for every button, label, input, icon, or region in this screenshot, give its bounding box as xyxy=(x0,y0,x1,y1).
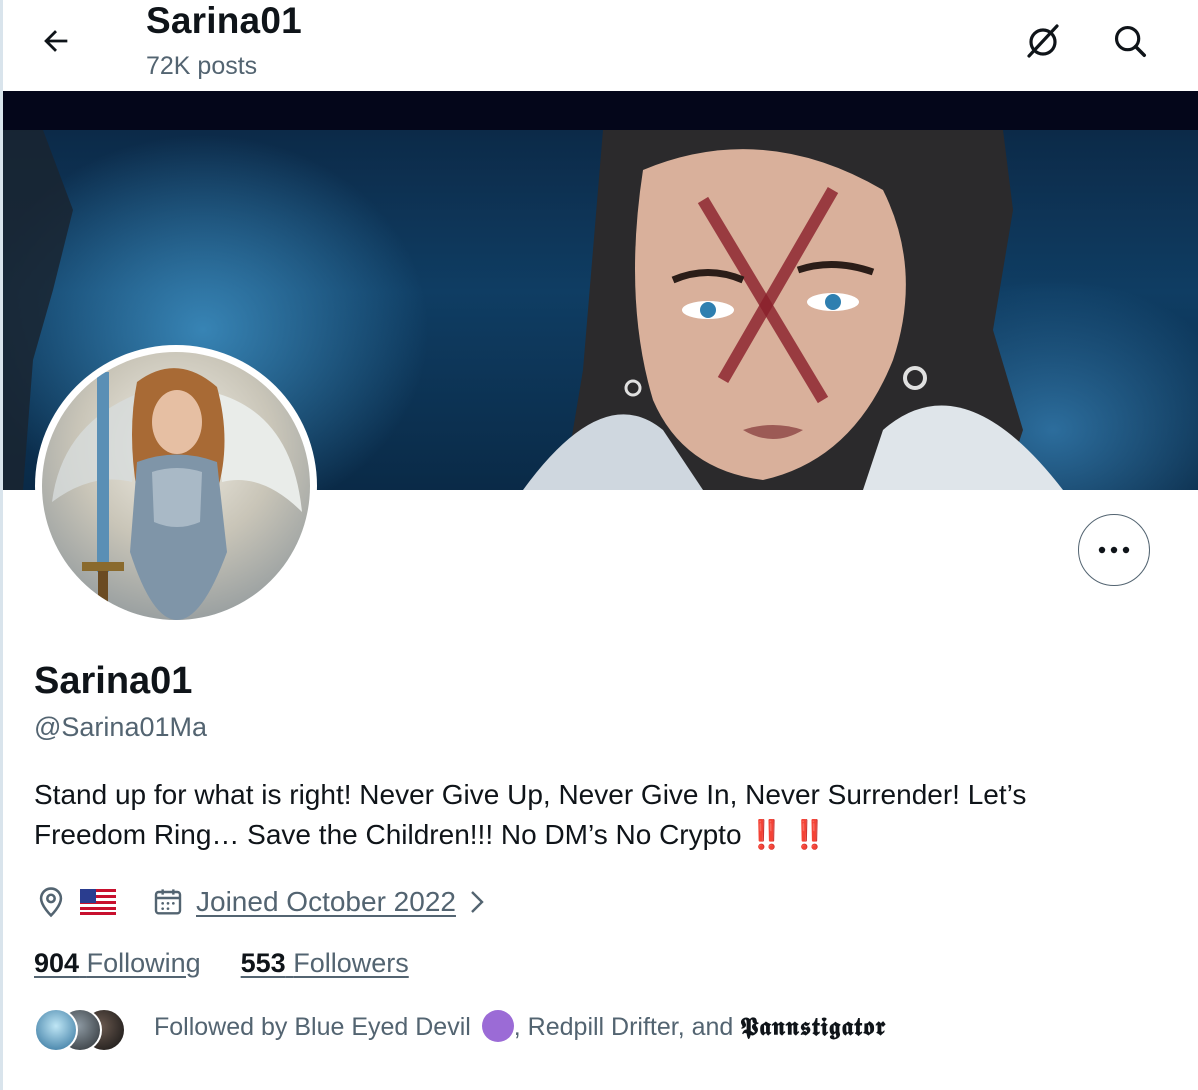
display-name: Sarina01 xyxy=(34,660,193,702)
followers-label: Followers xyxy=(293,948,409,978)
following-link[interactable]: 904 Following xyxy=(34,948,201,979)
follower-avatar-1 xyxy=(34,1008,78,1052)
followers-count: 553 xyxy=(240,948,286,978)
profile-avatar[interactable] xyxy=(35,345,317,627)
profile-header-bar: Sarina01 72K posts xyxy=(3,0,1198,91)
chevron-right-icon[interactable] xyxy=(466,887,490,917)
followed-by-middle: , Redpill Drifter, and xyxy=(513,1013,741,1041)
profile-meta-row: Joined October 2022 xyxy=(34,880,490,924)
follow-stats: 904 Following 553 Followers xyxy=(34,948,409,979)
profile-bio: Stand up for what is right! Never Give U… xyxy=(34,775,1144,855)
bio-exclamation-emoji: ‼️ ‼️ xyxy=(749,819,827,850)
joined-date-link[interactable]: Joined October 2022 xyxy=(196,886,456,918)
more-dots-icon xyxy=(1098,546,1130,554)
grok-slash-icon xyxy=(1027,24,1059,58)
header-post-count: 72K posts xyxy=(146,52,258,80)
following-label: Following xyxy=(86,948,201,978)
followed-by-text: Followed by Blue Eyed Devil , Redpill Dr… xyxy=(154,1010,887,1044)
us-flag-emoji xyxy=(80,889,116,915)
calendar-icon xyxy=(154,889,182,915)
avatar-image xyxy=(42,352,310,620)
search-button[interactable] xyxy=(1105,16,1155,66)
more-options-button[interactable] xyxy=(1078,514,1150,586)
search-icon xyxy=(1114,25,1146,57)
followed-by-last-name: 𝕻𝖆𝖓𝖓𝖘𝖙𝖎𝖌𝖆𝖙𝖔𝖗 xyxy=(740,1012,887,1041)
following-count: 904 xyxy=(34,948,80,978)
location-pin-icon xyxy=(39,887,63,918)
bio-text: Stand up for what is right! Never Give U… xyxy=(34,779,1027,850)
back-button[interactable] xyxy=(33,18,79,64)
followers-link[interactable]: 553 Followers xyxy=(241,948,409,979)
followed-by-prefix: Followed by Blue Eyed Devil xyxy=(154,1013,471,1041)
banner-top-strip xyxy=(3,91,1198,130)
grok-button[interactable] xyxy=(1018,16,1068,66)
arrow-left-icon xyxy=(44,30,68,52)
avatar-artwork xyxy=(52,368,302,620)
smiling-devil-emoji xyxy=(481,1010,514,1043)
user-handle: @Sarina01Ma xyxy=(34,712,207,742)
header-title: Sarina01 xyxy=(146,0,302,41)
